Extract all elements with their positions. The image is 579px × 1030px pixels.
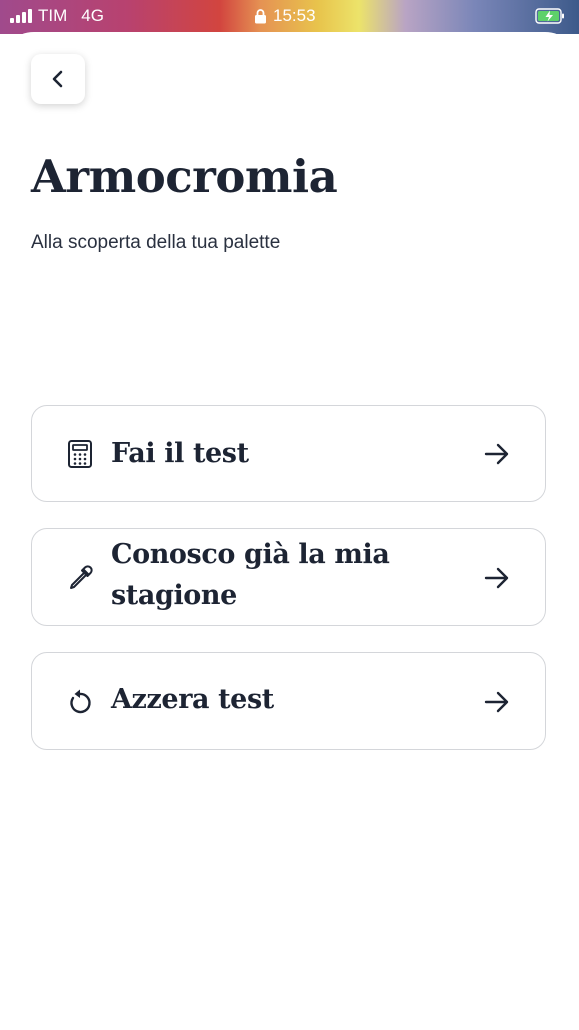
known-season-option[interactable]: Conosco già la mia stagione [31,528,546,626]
calculator-icon [68,440,92,468]
reset-test-option[interactable]: Azzera test [31,652,546,750]
carrier-name: TIM [38,6,68,25]
page-subtitle: Alla scoperta della tua palette [31,232,281,253]
take-test-option[interactable]: Fai il test [31,405,546,502]
eyedropper-icon [70,565,93,589]
status-time-area: 15:53 [254,6,316,26]
arrow-right-icon [484,443,509,465]
lock-icon [255,8,266,23]
option-label: Azzera test [111,684,274,715]
option-label: Fai il test [111,438,249,469]
content-sheet: Armocromia Alla scoperta della tua palet… [0,32,579,1030]
status-bar: TIM 4G 15:53 [0,0,579,34]
network-type: 4G [81,6,104,25]
signal-icon [10,9,32,23]
clock-time: 15:53 [273,6,316,25]
option-label: Conosco già la mia stagione [111,539,390,611]
page-title: Armocromia [31,150,338,203]
battery-charging-icon [535,8,564,24]
back-button[interactable] [31,54,85,104]
reset-icon [70,689,91,714]
status-left: TIM 4G [10,6,104,26]
arrow-right-icon [484,691,509,713]
chevron-left-icon [52,70,63,88]
arrow-right-icon [484,567,509,589]
